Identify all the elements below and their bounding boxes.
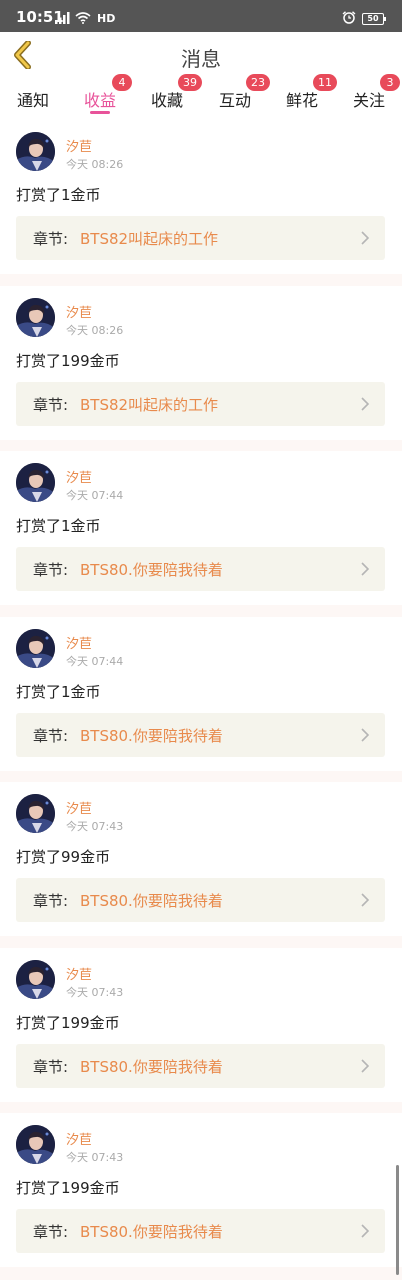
message-time: 今天 07:43 <box>66 1151 124 1164</box>
unread-badge: 39 <box>178 74 202 91</box>
message-text: 打赏了1金币 <box>16 186 101 204</box>
page-title: 消息 <box>181 47 221 71</box>
chapter-prefix: 章节: <box>33 230 69 248</box>
message-text: 打赏了199金币 <box>16 1179 120 1197</box>
unread-badge: 3 <box>380 74 400 91</box>
chapter-prefix: 章节: <box>33 1223 69 1241</box>
chapter-link[interactable]: 章节: BTS80.你要陪我待着 <box>16 547 385 591</box>
sender-name[interactable]: 汐苣 <box>66 798 92 817</box>
message-card: 汐苣今天 07:43 打赏了199金币章节: BTS80.你要陪我待着 <box>0 947 402 1102</box>
message-time: 今天 07:44 <box>66 489 124 502</box>
signal-icon <box>55 9 71 28</box>
chapter-prefix: 章节: <box>33 1057 69 1076</box>
message-card: 汐苣今天 08:26 打赏了1金币章节: BTS82叫起床的工作 <box>0 120 402 274</box>
unread-badge: 11 <box>313 74 337 91</box>
chevron-right-icon <box>361 562 370 576</box>
chapter-title: BTS80.你要陪我待着 <box>80 1057 223 1076</box>
chapter-prefix: 章节: <box>33 892 69 910</box>
chapter-link[interactable]: 章节: BTS82叫起床的工作 <box>16 216 385 260</box>
message-text: 打赏了1金币 <box>16 517 101 535</box>
avatar[interactable] <box>16 794 55 833</box>
message-card: 汐苣今天 08:26 打赏了199金币章节: BTS82叫起床的工作 <box>0 285 402 440</box>
avatar[interactable] <box>16 297 55 337</box>
message-time: 今天 07:43 <box>66 985 124 999</box>
alarm-icon <box>342 9 356 28</box>
chapter-prefix: 章节: <box>33 561 69 579</box>
tab-flowers[interactable]: 鲜花 11 <box>272 74 337 120</box>
status-right-icons: 50 <box>342 9 386 28</box>
avatar[interactable] <box>16 959 55 999</box>
avatar[interactable] <box>16 463 55 502</box>
status-bar: 10:51 HD 50 <box>0 0 402 32</box>
chapter-prefix: 章节: <box>33 726 69 745</box>
avatar[interactable] <box>16 628 55 668</box>
avatar[interactable] <box>16 1125 55 1164</box>
active-tab-indicator <box>90 111 110 114</box>
unread-badge: 23 <box>246 74 270 91</box>
message-card: 汐苣今天 07:43 打赏了199金币章节: BTS80.你要陪我待着 <box>0 1113 402 1267</box>
chapter-title: BTS80.你要陪我待着 <box>80 1223 223 1241</box>
chapter-link[interactable]: 章节: BTS80.你要陪我待着 <box>16 1209 385 1253</box>
chapter-link[interactable]: 章节: BTS80.你要陪我待着 <box>16 1043 385 1088</box>
message-time: 今天 07:44 <box>66 654 124 668</box>
chevron-right-icon <box>361 727 370 742</box>
sender-name[interactable]: 汐苣 <box>66 1129 92 1148</box>
tab-interactions[interactable]: 互动 23 <box>205 74 270 120</box>
tab-favorites[interactable]: 收藏 39 <box>137 74 202 120</box>
message-text: 打赏了1金币 <box>16 682 101 701</box>
message-text: 打赏了99金币 <box>16 848 111 866</box>
battery-icon: 50 <box>362 12 386 25</box>
chapter-title: BTS82叫起床的工作 <box>80 230 219 248</box>
chapter-title: BTS80.你要陪我待着 <box>80 726 223 745</box>
chevron-right-icon <box>361 1058 370 1073</box>
scrollbar[interactable] <box>396 1165 399 1275</box>
message-time: 今天 07:43 <box>66 820 124 833</box>
message-time: 今天 08:26 <box>66 158 124 171</box>
chapter-prefix: 章节: <box>33 395 69 414</box>
chapter-title: BTS80.你要陪我待着 <box>80 892 223 910</box>
wifi-icon <box>75 9 91 28</box>
chapter-link[interactable]: 章节: BTS80.你要陪我待着 <box>16 878 385 922</box>
message-card: 汐苣今天 07:44 打赏了1金币章节: BTS80.你要陪我待着 <box>0 451 402 605</box>
chevron-left-icon <box>14 41 31 69</box>
sender-name[interactable]: 汐苣 <box>66 467 92 486</box>
tab-follows[interactable]: 关注 3 <box>339 74 400 120</box>
message-text: 打赏了199金币 <box>16 1013 120 1032</box>
status-left-icons: HD <box>55 9 115 28</box>
message-time: 今天 08:26 <box>66 323 124 337</box>
chevron-right-icon <box>361 231 370 245</box>
message-text: 打赏了199金币 <box>16 351 120 370</box>
network-label: HD <box>97 12 116 25</box>
chevron-right-icon <box>361 893 370 907</box>
back-button[interactable] <box>8 38 38 72</box>
chevron-right-icon <box>361 1224 370 1238</box>
sender-name[interactable]: 汐苣 <box>66 964 92 983</box>
chapter-link[interactable]: 章节: BTS82叫起床的工作 <box>16 381 385 426</box>
tab-label: 通知 <box>16 91 49 110</box>
message-card: 汐苣今天 07:44 打赏了1金币章节: BTS80.你要陪我待着 <box>0 616 402 771</box>
sender-name[interactable]: 汐苣 <box>66 136 92 155</box>
chapter-link[interactable]: 章节: BTS80.你要陪我待着 <box>16 712 385 757</box>
tab-bar: 通知 收益 4 收藏 39 互动 23 鲜花 11 关注 3 <box>0 74 402 120</box>
message-card: 汐苣今天 07:43 打赏了99金币章节: BTS80.你要陪我待着 <box>0 782 402 936</box>
avatar[interactable] <box>16 132 55 171</box>
chapter-title: BTS80.你要陪我待着 <box>80 561 223 579</box>
chevron-right-icon <box>361 396 370 411</box>
chapter-title: BTS82叫起床的工作 <box>80 395 219 414</box>
sender-name[interactable]: 汐苣 <box>66 302 92 321</box>
tab-notifications[interactable]: 通知 <box>3 78 63 120</box>
tab-earnings[interactable]: 收益 4 <box>70 74 132 120</box>
nav-bar: 消息 <box>0 32 402 78</box>
unread-badge: 4 <box>112 74 132 91</box>
sender-name[interactable]: 汐苣 <box>66 633 92 652</box>
